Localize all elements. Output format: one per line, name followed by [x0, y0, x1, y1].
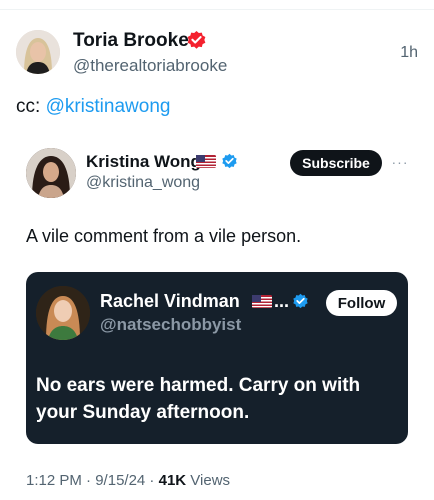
top-divider: [0, 9, 434, 10]
mention-link[interactable]: @kristinawong: [46, 96, 171, 117]
views-label: Views: [186, 472, 231, 489]
embedded-author-handle[interactable]: @natsechobbyist: [100, 315, 241, 335]
post-text: cc: @kristinawong: [16, 96, 170, 118]
quoted-author-handle[interactable]: @kristina_wong: [86, 174, 200, 192]
us-flag-icon: [196, 155, 216, 168]
cc-label: cc:: [16, 96, 46, 117]
meta-separator: ·: [145, 472, 159, 489]
name-truncation-ellipsis: ...: [274, 291, 290, 311]
avatar-kristina-wong[interactable]: [26, 148, 76, 198]
views-count: 41K: [158, 472, 187, 489]
red-affiliate-badge-icon[interactable]: [186, 30, 207, 51]
avatar-rachel-vindman[interactable]: [36, 286, 90, 340]
more-icon[interactable]: ···: [390, 152, 410, 172]
author-handle[interactable]: @therealtoriabrooke: [73, 56, 227, 76]
post-meta: 1:12 PM · 9/15/24 · 41K Views: [26, 472, 230, 489]
post-time[interactable]: 1:12 PM: [26, 472, 82, 489]
embedded-post-text: No ears were harmed. Carry on with your …: [36, 375, 361, 423]
us-flag-icon: [252, 295, 272, 308]
author-name[interactable]: Toria Brooke: [73, 30, 189, 52]
quoted-post-text: A vile comment from a vile person.: [26, 226, 302, 246]
post-timestamp[interactable]: 1h: [400, 44, 418, 62]
subscribe-button[interactable]: Subscribe: [290, 150, 382, 176]
quoted-author-name[interactable]: Kristina Wong: [86, 152, 201, 172]
follow-button[interactable]: Follow: [326, 290, 397, 316]
blue-verified-badge-icon[interactable]: [221, 153, 238, 170]
embedded-author-name[interactable]: Rachel Vindman: [100, 291, 240, 312]
blue-verified-badge-icon[interactable]: [292, 293, 309, 310]
avatar-toria-brooke[interactable]: [16, 30, 60, 74]
post-date[interactable]: 9/15/24: [95, 472, 145, 489]
meta-separator: ·: [81, 472, 96, 489]
